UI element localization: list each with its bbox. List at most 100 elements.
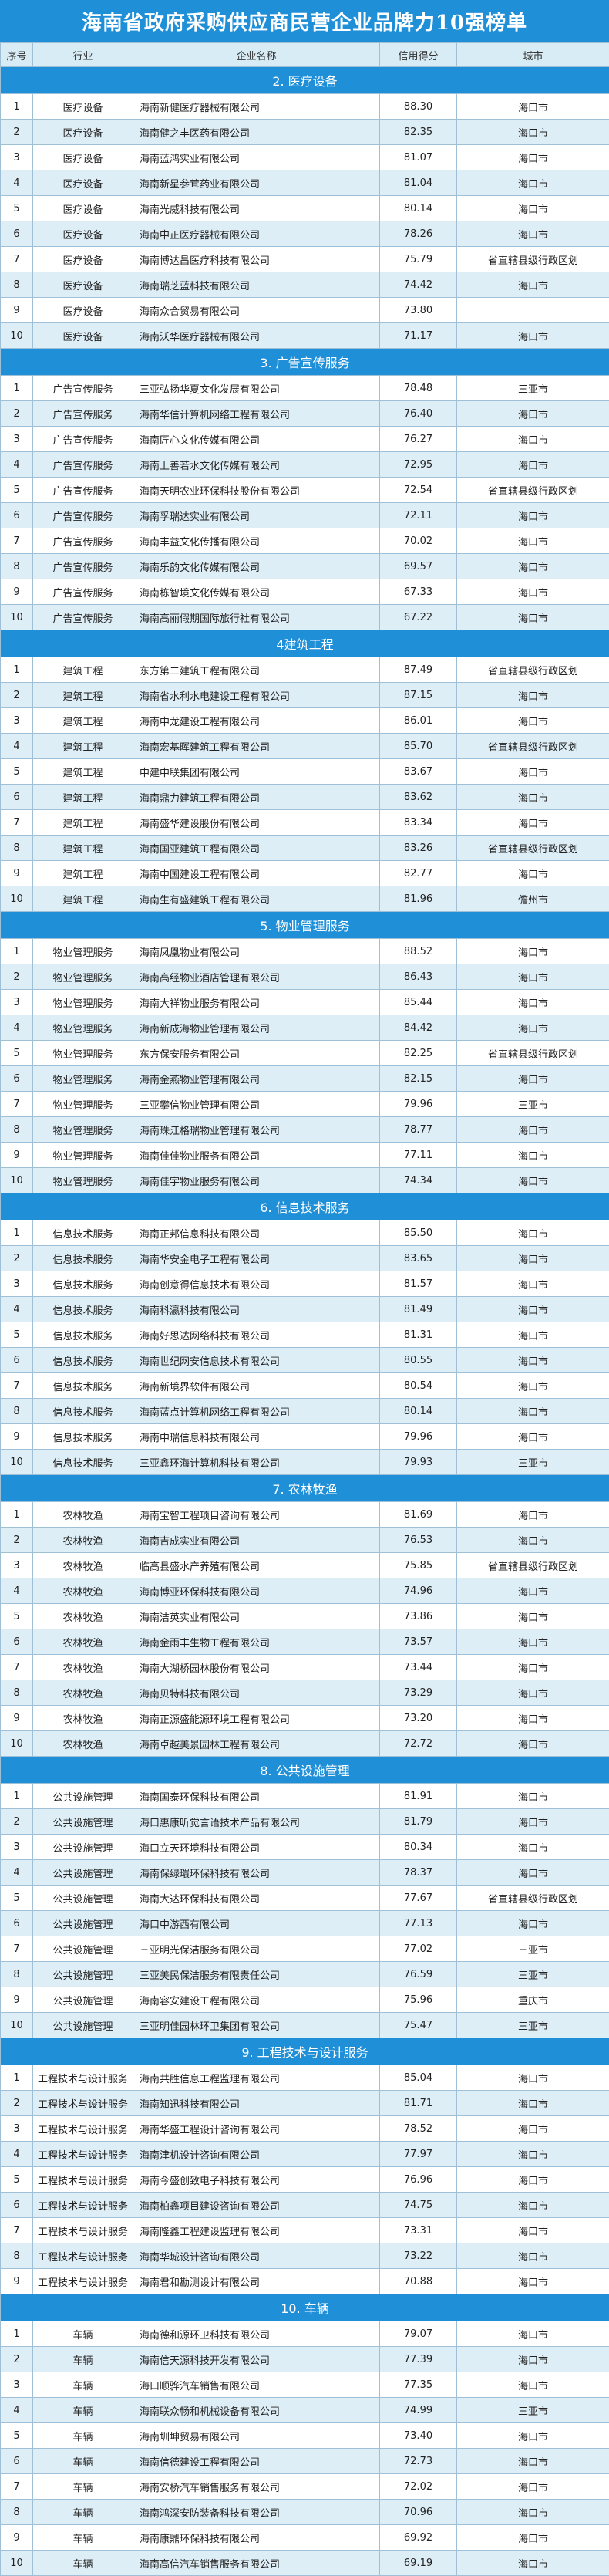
- table-row: 1医疗设备海南新健医疗器械有限公司88.30海口市: [1, 94, 609, 120]
- company-name-cell: 海南华信计算机网络工程有限公司: [133, 401, 380, 427]
- rank-cell: 6: [1, 1066, 33, 1092]
- rank-cell: 10: [1, 1731, 33, 1757]
- company-name-cell: 海南科瀛科技有限公司: [133, 1297, 380, 1322]
- industry-cell: 建筑工程: [33, 861, 133, 886]
- industry-cell: 车辆: [33, 2372, 133, 2398]
- industry-cell: 建筑工程: [33, 683, 133, 708]
- company-name-cell: 海南华盛工程设计咨询有限公司: [133, 2116, 380, 2142]
- header-row: 序号 行业 企业名称 信用得分 城市: [1, 43, 609, 67]
- credit-score-cell: 73.29: [380, 1680, 457, 1706]
- table-row: 7医疗设备海南博达昌医疗科技有限公司75.79省直辖县级行政区划: [1, 247, 609, 272]
- city-cell: 海口市: [457, 1322, 609, 1348]
- city-cell: 三亚市: [457, 2398, 609, 2423]
- company-name-cell: 临高县盛水产养殖有限公司: [133, 1553, 380, 1578]
- city-cell: 海口市: [457, 810, 609, 836]
- company-name-cell: 海南蓝鸿实业有限公司: [133, 145, 380, 170]
- table-row: 3广告宣传服务海南匠心文化传媒有限公司76.27海口市: [1, 427, 609, 452]
- industry-cell: 物业管理服务: [33, 1117, 133, 1143]
- header-city: 城市: [457, 43, 609, 67]
- category-header-row: 5. 物业管理服务: [1, 912, 609, 939]
- city-cell: 海口市: [457, 503, 609, 528]
- city-cell: 三亚市: [457, 1962, 609, 1987]
- industry-cell: 物业管理服务: [33, 990, 133, 1015]
- table-row: 3信息技术服务海南创意得信息技术有限公司81.57海口市: [1, 1271, 609, 1297]
- table-row: 1公共设施管理海南国泰环保科技有限公司81.91海口市: [1, 1784, 609, 1809]
- credit-score-cell: 73.44: [380, 1655, 457, 1680]
- industry-cell: 信息技术服务: [33, 1450, 133, 1475]
- city-cell: 海口市: [457, 2142, 609, 2167]
- city-cell: 海口市: [457, 221, 609, 247]
- credit-score-cell: 80.55: [380, 1348, 457, 1373]
- rank-cell: 8: [1, 2243, 33, 2269]
- credit-score-cell: 83.34: [380, 810, 457, 836]
- table-row: 5医疗设备海南光威科技有限公司80.14海口市: [1, 196, 609, 221]
- credit-score-cell: 84.42: [380, 1015, 457, 1041]
- city-cell: [457, 298, 609, 323]
- company-name-cell: 海南康鼎环保科技有限公司: [133, 2525, 380, 2551]
- industry-cell: 物业管理服务: [33, 1168, 133, 1193]
- industry-cell: 医疗设备: [33, 221, 133, 247]
- table-row: 8工程技术与设计服务海南华城设计咨询有限公司73.22海口市: [1, 2243, 609, 2269]
- city-cell: 海口市: [457, 1373, 609, 1399]
- city-cell: 海口市: [457, 2193, 609, 2218]
- credit-score-cell: 83.65: [380, 1246, 457, 1271]
- city-cell: 海口市: [457, 1271, 609, 1297]
- credit-score-cell: 79.96: [380, 1092, 457, 1117]
- city-cell: 省直辖县级行政区划: [457, 1041, 609, 1066]
- city-cell: 海口市: [457, 1502, 609, 1528]
- rank-cell: 8: [1, 554, 33, 579]
- city-cell: 海口市: [457, 605, 609, 630]
- city-cell: 海口市: [457, 2474, 609, 2500]
- company-name-cell: 海南华城设计咨询有限公司: [133, 2243, 380, 2269]
- industry-cell: 广告宣传服务: [33, 401, 133, 427]
- table-row: 1车辆海南德和源环卫科技有限公司79.07海口市: [1, 2321, 609, 2347]
- credit-score-cell: 80.34: [380, 1835, 457, 1860]
- table-row: 6公共设施管理海口中游西有限公司77.13海口市: [1, 1911, 609, 1936]
- table-row: 9信息技术服务海南中瑞信息科技有限公司79.96海口市: [1, 1424, 609, 1450]
- company-name-cell: 海南创意得信息技术有限公司: [133, 1271, 380, 1297]
- company-name-cell: 海南保绿環环保科技有限公司: [133, 1860, 380, 1886]
- rank-cell: 6: [1, 1348, 33, 1373]
- city-cell: 海口市: [457, 579, 609, 605]
- credit-score-cell: 81.07: [380, 145, 457, 170]
- credit-score-cell: 77.39: [380, 2347, 457, 2372]
- rank-cell: 10: [1, 2013, 33, 2038]
- industry-cell: 信息技术服务: [33, 1424, 133, 1450]
- rank-cell: 4: [1, 452, 33, 478]
- city-cell: 三亚市: [457, 1936, 609, 1962]
- city-cell: 海口市: [457, 939, 609, 964]
- rank-cell: 9: [1, 1987, 33, 2013]
- credit-score-cell: 76.40: [380, 401, 457, 427]
- credit-score-cell: 82.35: [380, 120, 457, 145]
- credit-score-cell: 86.01: [380, 708, 457, 734]
- city-cell: 海口市: [457, 2347, 609, 2372]
- credit-score-cell: 77.97: [380, 2142, 457, 2167]
- industry-cell: 物业管理服务: [33, 964, 133, 990]
- credit-score-cell: 85.44: [380, 990, 457, 1015]
- credit-score-cell: 79.07: [380, 2321, 457, 2347]
- table-row: 4工程技术与设计服务海南津机设计咨询有限公司77.97海口市: [1, 2142, 609, 2167]
- credit-score-cell: 74.96: [380, 1578, 457, 1604]
- table-row: 3车辆海口顺骅汽车销售有限公司77.35海口市: [1, 2372, 609, 2398]
- company-name-cell: 海南宝智工程项目咨询有限公司: [133, 1502, 380, 1528]
- city-cell: 儋州市: [457, 886, 609, 912]
- city-cell: 海口市: [457, 2500, 609, 2525]
- industry-cell: 工程技术与设计服务: [33, 2142, 133, 2167]
- table-row: 3医疗设备海南蓝鸿实业有限公司81.07海口市: [1, 145, 609, 170]
- rank-cell: 4: [1, 1297, 33, 1322]
- company-name-cell: 海南高丽假期国际旅行社有限公司: [133, 605, 380, 630]
- rank-cell: 10: [1, 323, 33, 349]
- credit-score-cell: 85.50: [380, 1220, 457, 1246]
- table-row: 10医疗设备海南沃华医疗器械有限公司71.17海口市: [1, 323, 609, 349]
- table-row: 10物业管理服务海南佳宇物业服务有限公司74.34海口市: [1, 1168, 609, 1193]
- table-row: 4公共设施管理海南保绿環环保科技有限公司78.37海口市: [1, 1860, 609, 1886]
- city-cell: 省直辖县级行政区划: [457, 1886, 609, 1911]
- industry-cell: 建筑工程: [33, 734, 133, 759]
- rank-cell: 4: [1, 2142, 33, 2167]
- rank-cell: 3: [1, 1271, 33, 1297]
- city-cell: 省直辖县级行政区划: [457, 1553, 609, 1578]
- company-name-cell: 海南省水利水电建设工程有限公司: [133, 683, 380, 708]
- rank-cell: 7: [1, 1936, 33, 1962]
- company-name-cell: 海南生有盛建筑工程有限公司: [133, 886, 380, 912]
- rank-cell: 7: [1, 810, 33, 836]
